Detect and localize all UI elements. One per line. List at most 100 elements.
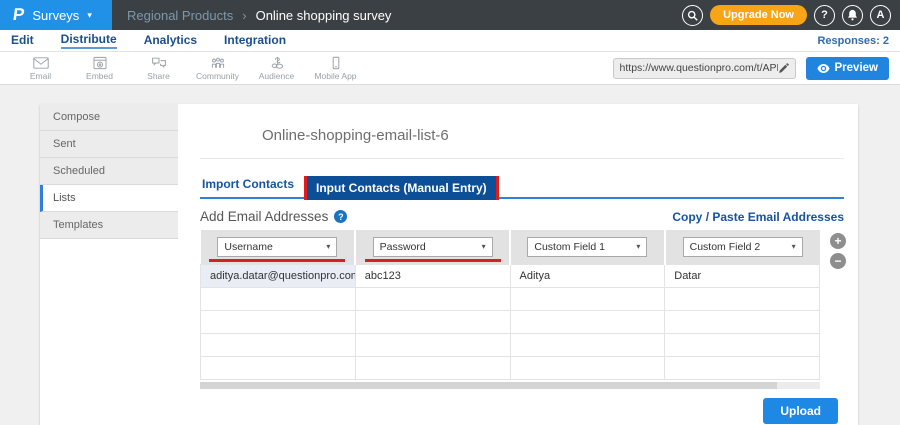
page-background: Compose Sent Scheduled Lists Templates O… <box>0 85 900 425</box>
preview-label: Preview <box>834 62 878 74</box>
search-button[interactable] <box>682 4 704 26</box>
add-row-button[interactable]: + <box>830 233 846 249</box>
cell-custom-2[interactable] <box>664 332 820 357</box>
sidebar-item-compose[interactable]: Compose <box>40 104 178 131</box>
copy-paste-email-addresses-link[interactable]: Copy / Paste Email Addresses <box>672 210 844 224</box>
channel-label: Embed <box>86 70 113 81</box>
surveys-product-menu[interactable]: P Surveys ▾ <box>0 0 112 30</box>
channel-share[interactable]: Share <box>129 56 188 81</box>
top-bar: P Surveys ▾ Regional Products › Online s… <box>0 0 900 30</box>
channel-mobile-app[interactable]: Mobile App <box>306 56 365 81</box>
embed-icon <box>93 56 106 69</box>
dropdown-caret-icon: ▾ <box>636 242 641 252</box>
nav-tab-distribute[interactable]: Distribute <box>60 32 117 49</box>
contacts-table-area: Username ▾ Password ▾ Custom Field 1 ▾ C… <box>200 230 846 389</box>
cell-password[interactable] <box>354 355 511 380</box>
cell-custom-2[interactable] <box>664 355 820 380</box>
channel-label: Share <box>147 70 170 81</box>
cell-custom-1[interactable] <box>509 332 666 357</box>
dropdown-caret-icon: ▾ <box>481 242 486 252</box>
cell-password[interactable]: abc123 <box>354 263 511 288</box>
cell-email[interactable] <box>200 309 356 334</box>
dropdown-caret-icon: ▾ <box>791 242 796 252</box>
survey-url-input[interactable]: https://www.questionpro.com/t/APNrFZ <box>612 57 796 79</box>
table-row <box>200 332 820 357</box>
help-tooltip-icon[interactable]: ? <box>334 210 348 223</box>
email-icon <box>32 56 49 69</box>
cell-custom-2[interactable]: Datar <box>664 263 820 288</box>
nav-tab-edit[interactable]: Edit <box>11 33 34 48</box>
eye-icon <box>816 63 830 73</box>
community-icon <box>211 57 224 68</box>
cell-custom-1[interactable]: Aditya <box>509 263 666 288</box>
cell-custom-1[interactable] <box>509 309 666 334</box>
edit-url-icon[interactable] <box>778 62 789 74</box>
distribute-toolbar: Email Embed Share Community Audience Mob… <box>0 52 900 85</box>
cell-email[interactable] <box>200 332 356 357</box>
nav-tab-analytics[interactable]: Analytics <box>144 33 197 48</box>
audience-icon <box>271 56 283 69</box>
column-select-password[interactable]: Password ▾ <box>372 236 493 257</box>
tab-import-contacts[interactable]: Import Contacts <box>200 170 304 197</box>
remove-row-button[interactable]: − <box>830 253 846 269</box>
survey-nav-bar: Edit Distribute Analytics Integration Re… <box>0 30 900 52</box>
nav-tab-integration[interactable]: Integration <box>224 33 286 48</box>
annotation-underline-password <box>364 258 501 262</box>
bell-icon <box>847 9 858 21</box>
notifications-button[interactable] <box>842 4 863 26</box>
channel-audience[interactable]: Audience <box>247 56 306 81</box>
column-select-username[interactable]: Username ▾ <box>217 236 338 257</box>
cell-custom-1[interactable] <box>509 355 666 380</box>
cell-custom-1[interactable] <box>509 286 666 311</box>
upload-row: Upload <box>200 397 844 424</box>
survey-url-value: https://www.questionpro.com/t/APNrFZ <box>619 62 778 74</box>
column-mapping-row: Username ▾ Password ▾ Custom Field 1 ▾ C… <box>200 230 820 264</box>
annotation-tab-highlight: Input Contacts (Manual Entry) <box>304 176 499 200</box>
cell-custom-2[interactable] <box>664 309 820 334</box>
channel-embed[interactable]: Embed <box>70 56 129 81</box>
channel-label: Audience <box>258 70 295 81</box>
dropdown-caret-icon: ▾ <box>326 242 331 252</box>
tab-input-contacts-manual-entry[interactable]: Input Contacts (Manual Entry) <box>307 176 496 200</box>
channel-label: Community <box>196 70 239 81</box>
account-avatar[interactable]: A <box>870 4 891 26</box>
cell-email[interactable] <box>200 286 356 311</box>
sidebar-item-templates[interactable]: Templates <box>40 212 178 239</box>
search-icon <box>687 10 698 21</box>
contacts-table: Username ▾ Password ▾ Custom Field 1 ▾ C… <box>200 230 820 380</box>
sidebar-item-sent[interactable]: Sent <box>40 131 178 158</box>
upload-button[interactable]: Upload <box>763 397 838 424</box>
contacts-tabs: Import Contacts Input Contacts (Manual E… <box>200 170 844 200</box>
lists-panel: Compose Sent Scheduled Lists Templates O… <box>40 104 858 425</box>
cell-email[interactable]: aditya.datar@questionpro.com <box>200 263 356 288</box>
list-content: Online-shopping-email-list-6 Import Cont… <box>178 104 858 425</box>
section-title: Add Email Addresses <box>200 209 329 224</box>
cell-password[interactable] <box>354 286 511 311</box>
column-select-custom-field-1[interactable]: Custom Field 1 ▾ <box>527 236 648 257</box>
email-list-title: Online-shopping-email-list-6 <box>262 127 449 144</box>
cell-password[interactable] <box>354 332 511 357</box>
add-emails-section-header: Add Email Addresses ? Copy / Paste Email… <box>200 209 844 224</box>
cell-custom-2[interactable] <box>664 286 820 311</box>
app-menu-label: Surveys <box>32 7 80 23</box>
table-row <box>200 286 820 311</box>
breadcrumb: Regional Products › Online shopping surv… <box>127 8 391 23</box>
channel-email[interactable]: Email <box>11 56 70 81</box>
column-select-custom-field-2[interactable]: Custom Field 2 ▾ <box>682 236 803 257</box>
cell-email[interactable] <box>200 355 356 380</box>
channel-community[interactable]: Community <box>188 56 247 81</box>
table-row: aditya.datar@questionpro.com abc123 Adit… <box>200 263 820 288</box>
sidebar-item-lists[interactable]: Lists <box>40 185 178 212</box>
upgrade-now-button[interactable]: Upgrade Now <box>710 5 807 25</box>
breadcrumb-separator-icon: › <box>242 7 247 23</box>
sidebar-item-scheduled[interactable]: Scheduled <box>40 158 178 185</box>
scrollbar-thumb[interactable] <box>200 381 777 389</box>
questionpro-logo-icon: P <box>11 5 26 24</box>
preview-button[interactable]: Preview <box>805 56 889 80</box>
title-divider <box>200 158 844 159</box>
cell-password[interactable] <box>354 309 511 334</box>
table-row <box>200 309 820 334</box>
breadcrumb-folder[interactable]: Regional Products <box>127 8 233 23</box>
responses-count[interactable]: Responses: 2 <box>817 35 889 47</box>
help-button[interactable]: ? <box>814 4 835 26</box>
